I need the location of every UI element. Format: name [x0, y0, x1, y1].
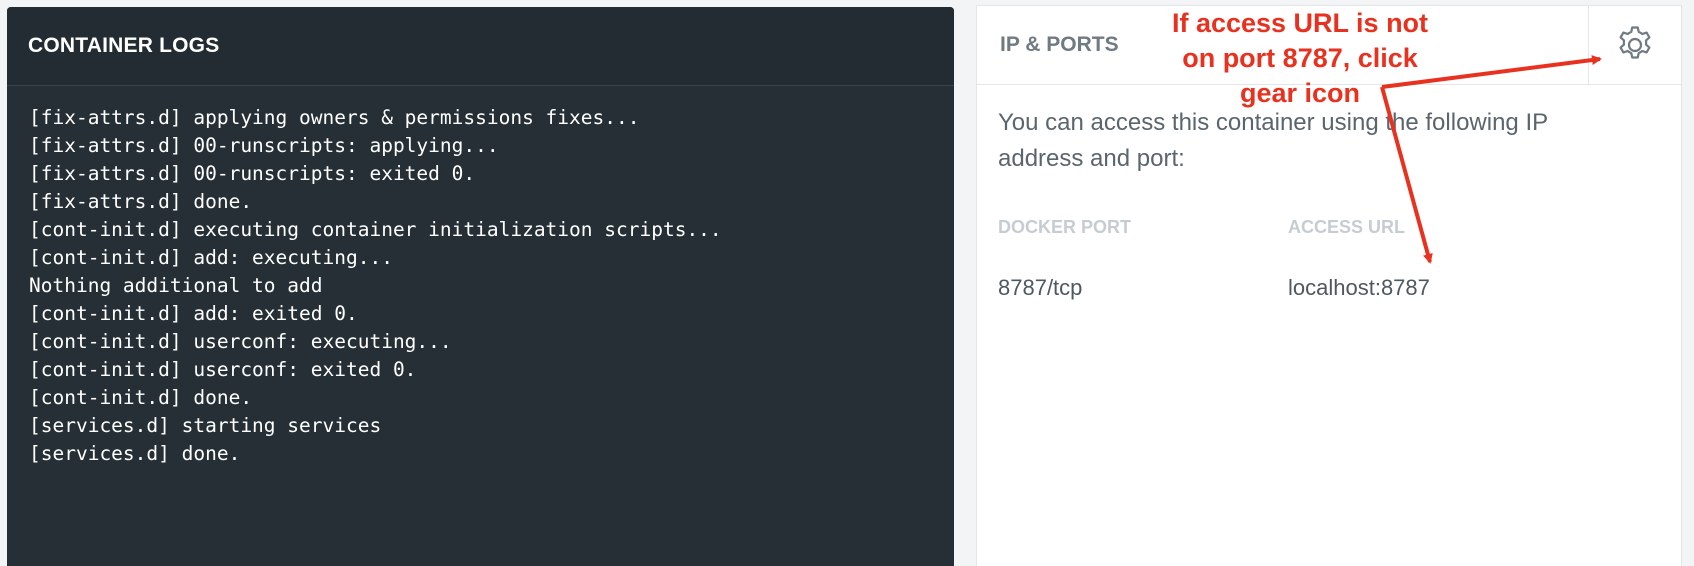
- ip-ports-description: You can access this container using the …: [998, 109, 1548, 172]
- annotation-line: gear icon: [1239, 78, 1361, 108]
- access-url-column-header: ACCESS URL: [1288, 217, 1406, 237]
- access-url-link[interactable]: localhost:8787: [1288, 275, 1430, 300]
- log-line: [cont-init.d] add: executing...: [29, 246, 393, 269]
- log-line: [fix-attrs.d] 00-runscripts: applying...: [29, 134, 499, 157]
- container-logs-title: CONTAINER LOGS: [28, 34, 220, 57]
- ip-ports-body: You can access this container using the …: [977, 85, 1681, 301]
- log-line: [fix-attrs.d] done.: [29, 190, 253, 213]
- ports-table: DOCKER PORT ACCESS URL 8787/tcp localhos…: [998, 217, 1661, 301]
- container-logs-header: CONTAINER LOGS: [7, 7, 954, 86]
- docker-port-column-header: DOCKER PORT: [998, 217, 1132, 237]
- kitematic-container-view: CONTAINER LOGS [fix-attrs.d] applying ow…: [0, 0, 1694, 566]
- log-line: [services.d] done.: [29, 442, 241, 465]
- log-line: [cont-init.d] executing container initia…: [29, 218, 722, 241]
- log-line: [services.d] starting services: [29, 414, 382, 437]
- container-logs-panel: CONTAINER LOGS [fix-attrs.d] applying ow…: [7, 7, 954, 566]
- annotation-line: If access URL is not: [1171, 8, 1429, 38]
- settings-button[interactable]: [1588, 6, 1681, 84]
- log-line: [fix-attrs.d] 00-runscripts: exited 0.: [29, 162, 476, 185]
- log-line: [cont-init.d] userconf: executing...: [29, 330, 452, 353]
- log-line: [cont-init.d] done.: [29, 386, 253, 409]
- docker-port-value: 8787/tcp: [998, 275, 1083, 300]
- gear-icon: [1619, 26, 1651, 59]
- ports-table-header: DOCKER PORT ACCESS URL: [998, 217, 1661, 241]
- annotation-line: on port 8787, click: [1182, 43, 1418, 73]
- log-line: [cont-init.d] userconf: exited 0.: [29, 358, 417, 381]
- container-logs-output[interactable]: [fix-attrs.d] applying owners & permissi…: [7, 86, 954, 468]
- table-row: 8787/tcp localhost:8787: [998, 275, 1661, 301]
- access-url-cell: localhost:8787: [1288, 275, 1661, 301]
- log-line: [fix-attrs.d] applying owners & permissi…: [29, 106, 640, 129]
- log-line: [cont-init.d] add: exited 0.: [29, 302, 358, 325]
- annotation-callout: If access URL is not on port 8787, click…: [1130, 6, 1470, 111]
- log-line: Nothing additional to add: [29, 274, 323, 297]
